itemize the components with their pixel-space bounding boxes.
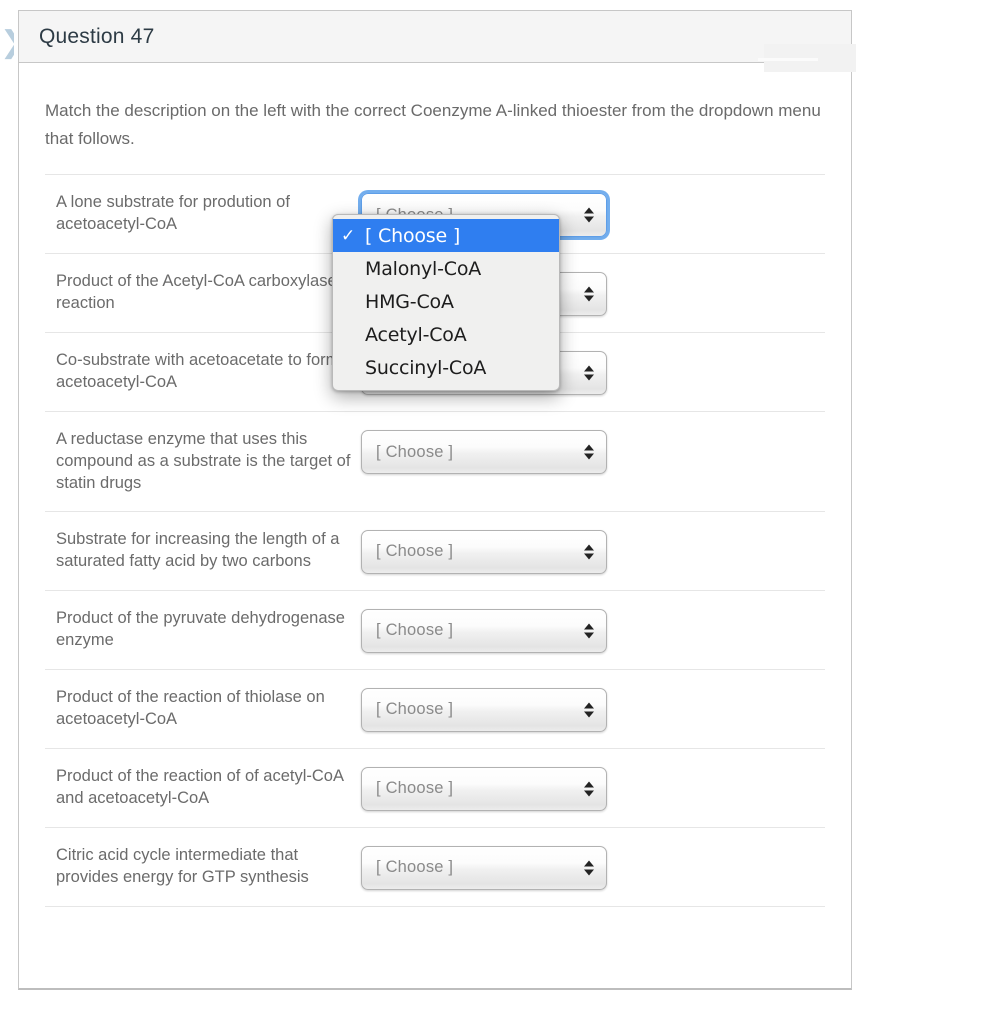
dropdown-option-3[interactable]: HMG-CoA — [333, 285, 559, 318]
dropdown-option-label: Acetyl-CoA — [365, 323, 467, 346]
match-row-label: Product of the Acetyl-CoA carboxylase re… — [56, 272, 337, 312]
stepper-arrows-icon — [584, 207, 594, 223]
stepper-arrows-icon — [584, 860, 594, 876]
answer-select-value: [ Choose ] — [376, 621, 454, 640]
match-row-control: [ Choose ] — [361, 686, 825, 732]
match-row: A reductase enzyme that uses this compou… — [45, 412, 825, 512]
answer-select-9[interactable]: [ Choose ] — [361, 845, 607, 890]
dropdown-option-label: HMG-CoA — [365, 290, 454, 313]
question-body: Match the description on the left with t… — [19, 63, 851, 907]
overlay-artifact — [758, 44, 856, 72]
answer-select-5[interactable]: [ Choose ] — [361, 529, 607, 574]
match-row-control: [ Choose ] — [361, 528, 825, 574]
match-row-control: [ Choose ] — [361, 607, 825, 653]
match-row: Product of the pyruvate dehydrogenase en… — [45, 591, 825, 670]
stepper-arrows-icon — [584, 544, 594, 560]
match-row-label: A lone substrate for prodution of acetoa… — [56, 193, 290, 233]
match-row-control: [ Choose ] — [361, 844, 825, 890]
answer-select-8[interactable]: [ Choose ] — [361, 766, 607, 811]
answer-select-7[interactable]: [ Choose ] — [361, 687, 607, 732]
match-row-label: Product of the reaction of thiolase on a… — [56, 687, 325, 728]
match-row-label: A reductase enzyme that uses this compou… — [56, 430, 351, 492]
match-row-label: Substrate for increasing the length of a… — [56, 529, 340, 570]
dropdown-option-2[interactable]: Malonyl-CoA — [333, 252, 559, 285]
match-row: Substrate for increasing the length of a… — [45, 512, 825, 591]
answer-select-value: [ Choose ] — [376, 700, 454, 719]
answer-select-value: [ Choose ] — [376, 442, 454, 461]
answer-select-value: [ Choose ] — [376, 779, 454, 798]
match-row-control: [ Choose ] — [361, 765, 825, 811]
chevron-right-icon[interactable]: ❯ — [0, 26, 14, 60]
dropdown-option-4[interactable]: Acetyl-CoA — [333, 318, 559, 351]
dropdown-option-label: [ Choose ] — [365, 224, 461, 247]
dropdown-option-label: Succinyl-CoA — [365, 356, 487, 379]
dropdown-option-label: Malonyl-CoA — [365, 257, 482, 280]
answer-select-value: [ Choose ] — [376, 542, 454, 561]
stepper-arrows-icon — [584, 444, 594, 460]
match-row-label: Co-substrate with acetoacetate to form a… — [56, 351, 340, 391]
answer-select-value: [ Choose ] — [376, 858, 454, 877]
match-row-control: [ Choose ] — [361, 428, 825, 475]
match-row-label: Product of the pyruvate dehydrogenase en… — [56, 608, 345, 649]
stepper-arrows-icon — [584, 286, 594, 302]
stepper-arrows-icon — [584, 781, 594, 797]
question-card: Question 47 Match the description on the… — [18, 10, 852, 990]
stepper-arrows-icon — [584, 702, 594, 718]
match-row: Citric acid cycle intermediate that prov… — [45, 828, 825, 907]
stepper-arrows-icon — [584, 623, 594, 639]
check-icon: ✓ — [341, 225, 356, 246]
dropdown-menu[interactable]: ✓ [ Choose ] Malonyl-CoA HMG-CoA Acetyl-CoA S… — [332, 214, 560, 391]
question-header: Question 47 — [19, 11, 851, 63]
match-row-label: Product of the reaction of of acetyl-CoA… — [56, 766, 344, 807]
match-row-label: Citric acid cycle intermediate that prov… — [56, 845, 309, 886]
question-instruction: Match the description on the left with t… — [45, 101, 821, 148]
dropdown-option-5[interactable]: Succinyl-CoA — [333, 351, 559, 384]
dropdown-option-1[interactable]: ✓ [ Choose ] — [333, 219, 559, 252]
match-row: Product of the reaction of of acetyl-CoA… — [45, 749, 825, 828]
page-title: Question 47 — [39, 24, 155, 48]
answer-select-6[interactable]: [ Choose ] — [361, 608, 607, 653]
page-root: ❯ Question 47 Match the description on t… — [0, 0, 1002, 1024]
match-row: Product of the reaction of thiolase on a… — [45, 670, 825, 749]
answer-select-4[interactable]: [ Choose ] — [361, 430, 607, 475]
stepper-arrows-icon — [584, 365, 594, 381]
